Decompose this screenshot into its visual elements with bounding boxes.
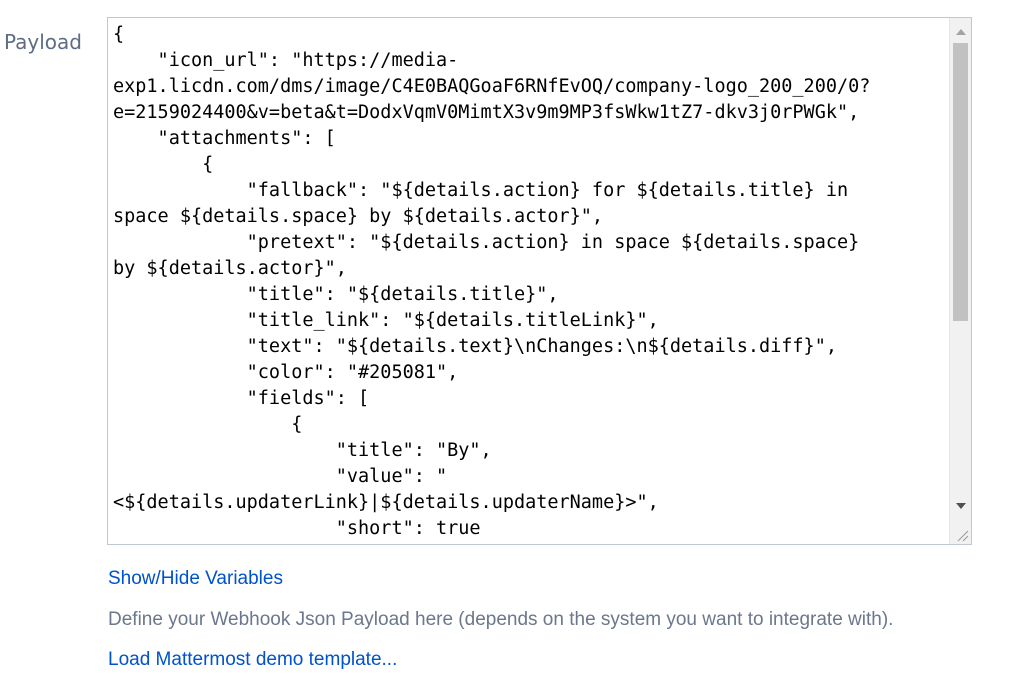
- code-line: "attachments": [: [113, 128, 336, 149]
- code-line: "color": "#205081",: [113, 362, 459, 383]
- code-line: "value": ": [113, 466, 448, 487]
- code-line: "fields": [: [113, 388, 370, 409]
- code-line: {: [113, 24, 125, 45]
- payload-code[interactable]: { "icon_url": "https://media-exp1.licdn.…: [113, 22, 943, 542]
- code-line: by ${details.actor}",: [113, 258, 347, 279]
- scrollbar-thumb[interactable]: [953, 43, 968, 321]
- show-hide-variables-link[interactable]: Show/Hide Variables: [108, 567, 283, 591]
- triangle-up-icon: [955, 29, 966, 35]
- resize-grip-icon[interactable]: [955, 528, 969, 542]
- code-line: "pretext": "${details.action} in space $…: [113, 232, 860, 253]
- code-line: "title": "${details.title}",: [113, 284, 559, 305]
- code-line: "title": "By",: [113, 440, 492, 461]
- payload-textarea[interactable]: { "icon_url": "https://media-exp1.licdn.…: [107, 17, 972, 545]
- payload-help-text: Define your Webhook Json Payload here (d…: [108, 609, 894, 630]
- code-line: {: [113, 414, 303, 435]
- code-line: <${details.updaterLink}|${details.update…: [113, 492, 659, 513]
- code-line: exp1.licdn.com/dms/image/C4E0BAQGoaF6RNf…: [113, 76, 871, 97]
- code-line: space ${details.space} by ${details.acto…: [113, 206, 604, 227]
- code-line: "short": true: [113, 518, 481, 539]
- vertical-scrollbar[interactable]: [949, 18, 971, 544]
- code-line: "title_link": "${details.titleLink}",: [113, 310, 659, 331]
- code-line: "text": "${details.text}\nChanges:\n${de…: [113, 336, 837, 357]
- code-line: "fallback": "${details.action} for ${det…: [113, 180, 849, 201]
- payload-label: Payload: [4, 30, 82, 54]
- triangle-down-icon: [955, 503, 966, 509]
- code-line: e=2159024400&v=beta&t=DodxVqmV0MimtX3v9m…: [113, 102, 860, 123]
- load-mattermost-demo-link[interactable]: Load Mattermost demo template...: [108, 648, 397, 672]
- scroll-up-button[interactable]: [950, 22, 971, 42]
- code-line: "icon_url": "https://media-: [113, 50, 459, 71]
- code-line: {: [113, 154, 214, 175]
- scroll-down-button[interactable]: [950, 496, 971, 516]
